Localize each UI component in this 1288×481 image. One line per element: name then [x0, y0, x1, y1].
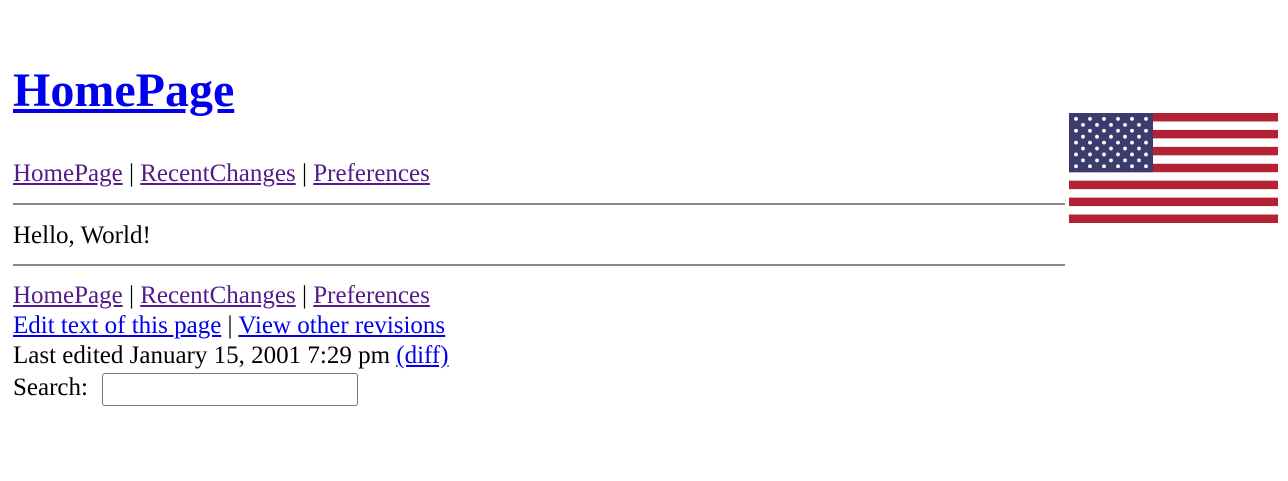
nav-link-preferences[interactable]: Preferences [313, 282, 430, 309]
edit-page-link[interactable]: Edit text of this page [13, 312, 221, 339]
nav-link-homepage[interactable]: HomePage [13, 160, 123, 187]
last-edited-line: Last edited January 15, 2001 7:29 pm (di… [13, 341, 449, 371]
view-revisions-link[interactable]: View other revisions [238, 312, 445, 339]
nav-link-recentchanges[interactable]: RecentChanges [140, 282, 296, 309]
nav-link-recentchanges[interactable]: RecentChanges [140, 160, 296, 187]
top-nav: HomePage | RecentChanges | Preferences [13, 159, 430, 189]
page-title-link[interactable]: HomePage [13, 64, 234, 117]
nav-link-preferences[interactable]: Preferences [313, 160, 430, 187]
divider-bottom [13, 264, 1065, 266]
page-actions: Edit text of this page | View other revi… [13, 311, 445, 341]
action-separator: | [227, 312, 233, 339]
search-input[interactable] [102, 373, 358, 406]
diff-link[interactable]: (diff) [396, 342, 448, 369]
nav-separator: | [301, 160, 307, 187]
wiki-page: HomePage HomePage | RecentChanges | Pref… [0, 0, 1288, 481]
divider-top [13, 203, 1065, 205]
page-title: HomePage [13, 62, 234, 120]
nav-link-homepage[interactable]: HomePage [13, 282, 123, 309]
nav-separator: | [128, 282, 134, 309]
us-flag-icon [1069, 113, 1278, 223]
nav-separator: | [128, 160, 134, 187]
nav-separator: | [301, 282, 307, 309]
page-content: Hello, World! [13, 222, 151, 249]
search-label: Search: [13, 374, 88, 401]
last-edited-text: Last edited January 15, 2001 7:29 pm [13, 342, 391, 369]
bottom-nav: HomePage | RecentChanges | Preferences [13, 281, 430, 311]
